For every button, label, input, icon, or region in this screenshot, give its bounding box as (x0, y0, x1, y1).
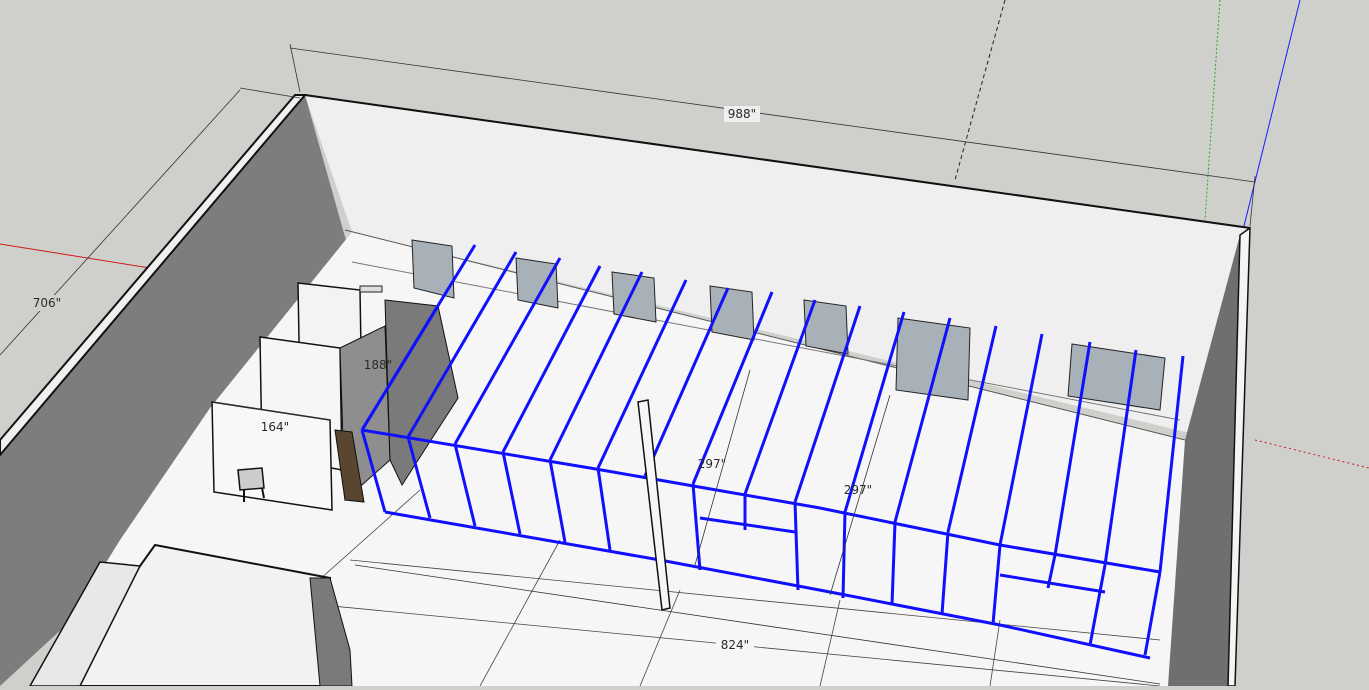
dimension-label-top: 988" (728, 107, 756, 121)
dimension-label-left: 706" (33, 296, 61, 310)
dimension-label-frame-b: 297" (844, 483, 872, 497)
dimension-label-office: 164" (261, 420, 289, 434)
dimension-label-frame-a: 297" (698, 457, 726, 471)
dimension-label-partition: 188" (364, 358, 392, 372)
sketchup-3d-viewport[interactable]: 988" 706" 824" 164" 188" 297" 297" (0, 0, 1369, 687)
dimension-label-bottom: 824" (721, 638, 749, 652)
ceiling-fixture (359, 285, 383, 293)
window-3 (611, 271, 657, 323)
office-front-wall (211, 401, 333, 511)
window-6 (895, 317, 971, 401)
model-canvas[interactable]: 988" 706" 824" 164" 188" 297" 297" (0, 0, 1369, 687)
